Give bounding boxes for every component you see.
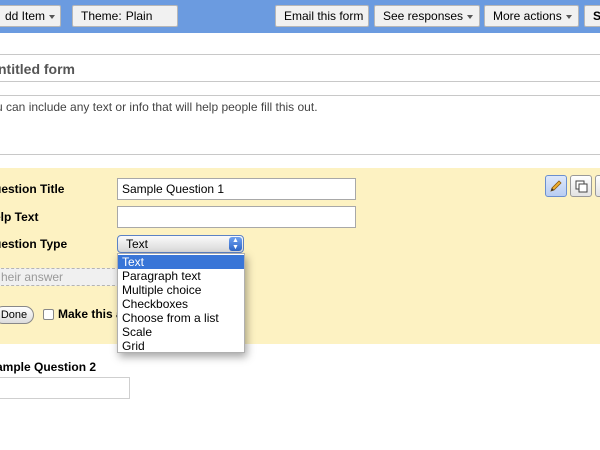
form-description[interactable]: u can include any text or info that will… bbox=[0, 95, 600, 155]
email-form-button[interactable]: Email this form bbox=[275, 5, 369, 27]
see-responses-button[interactable]: See responses bbox=[374, 5, 480, 27]
type-option-text[interactable]: Text bbox=[118, 255, 244, 269]
theme-button[interactable]: Theme: Plain bbox=[72, 5, 178, 27]
duplicate-icon bbox=[575, 180, 588, 193]
question-title-label: uestion Title bbox=[0, 182, 65, 196]
question2-title: ample Question 2 bbox=[0, 360, 97, 374]
chevron-down-icon bbox=[49, 14, 56, 19]
email-form-label: Email this form bbox=[284, 9, 364, 23]
theme-label: Theme: bbox=[81, 9, 122, 23]
type-option-multiple-choice[interactable]: Multiple choice bbox=[118, 283, 244, 297]
chevron-down-icon bbox=[467, 14, 474, 19]
question-type-label: uestion Type bbox=[0, 237, 68, 251]
done-label: Done bbox=[0, 309, 28, 321]
type-option-paragraph[interactable]: Paragraph text bbox=[118, 269, 244, 283]
help-text-input[interactable] bbox=[117, 206, 356, 228]
done-button[interactable]: Done bbox=[0, 306, 34, 324]
more-actions-label: More actions bbox=[493, 9, 562, 23]
required-checkbox[interactable] bbox=[43, 309, 54, 320]
duplicate-question-button[interactable] bbox=[570, 175, 592, 197]
delete-icon bbox=[596, 176, 600, 196]
delete-question-button[interactable] bbox=[595, 175, 600, 197]
answer-placeholder: heir answer bbox=[1, 270, 64, 284]
required-label: Make this a bbox=[58, 307, 118, 321]
form-title[interactable]: ntitled form bbox=[0, 54, 600, 82]
save-label: S bbox=[593, 9, 600, 23]
form-description-text: u can include any text or info that will… bbox=[0, 100, 318, 114]
question-title-value: Sample Question 1 bbox=[122, 182, 225, 196]
type-option-scale[interactable]: Scale bbox=[118, 325, 244, 339]
type-option-grid[interactable]: Grid bbox=[118, 339, 244, 353]
save-button[interactable]: S bbox=[584, 5, 600, 27]
question-type-value: Text bbox=[126, 237, 149, 251]
pencil-icon bbox=[550, 180, 562, 192]
help-text-label: elp Text bbox=[0, 210, 39, 224]
edit-question-button[interactable] bbox=[545, 175, 567, 197]
add-item-button[interactable]: dd Item bbox=[0, 5, 61, 27]
top-toolbar: dd Item Theme: Plain Email this form See … bbox=[0, 0, 600, 33]
question2-input[interactable] bbox=[0, 377, 130, 399]
question-title-input[interactable]: Sample Question 1 bbox=[117, 178, 356, 200]
add-item-label: dd Item bbox=[5, 9, 46, 23]
type-option-checkboxes[interactable]: Checkboxes bbox=[118, 297, 244, 311]
select-arrows-icon: ▲ ▼ bbox=[229, 237, 242, 251]
more-actions-button[interactable]: More actions bbox=[484, 5, 579, 27]
form-title-text: ntitled form bbox=[0, 61, 75, 77]
type-option-choose-list[interactable]: Choose from a list bbox=[118, 311, 244, 325]
see-responses-label: See responses bbox=[383, 9, 464, 23]
question-type-select[interactable]: Text ▲ ▼ bbox=[117, 235, 244, 253]
chevron-down-icon bbox=[565, 14, 572, 19]
theme-value: Plain bbox=[125, 9, 153, 23]
question-type-dropdown: Text Paragraph text Multiple choice Chec… bbox=[117, 253, 245, 353]
